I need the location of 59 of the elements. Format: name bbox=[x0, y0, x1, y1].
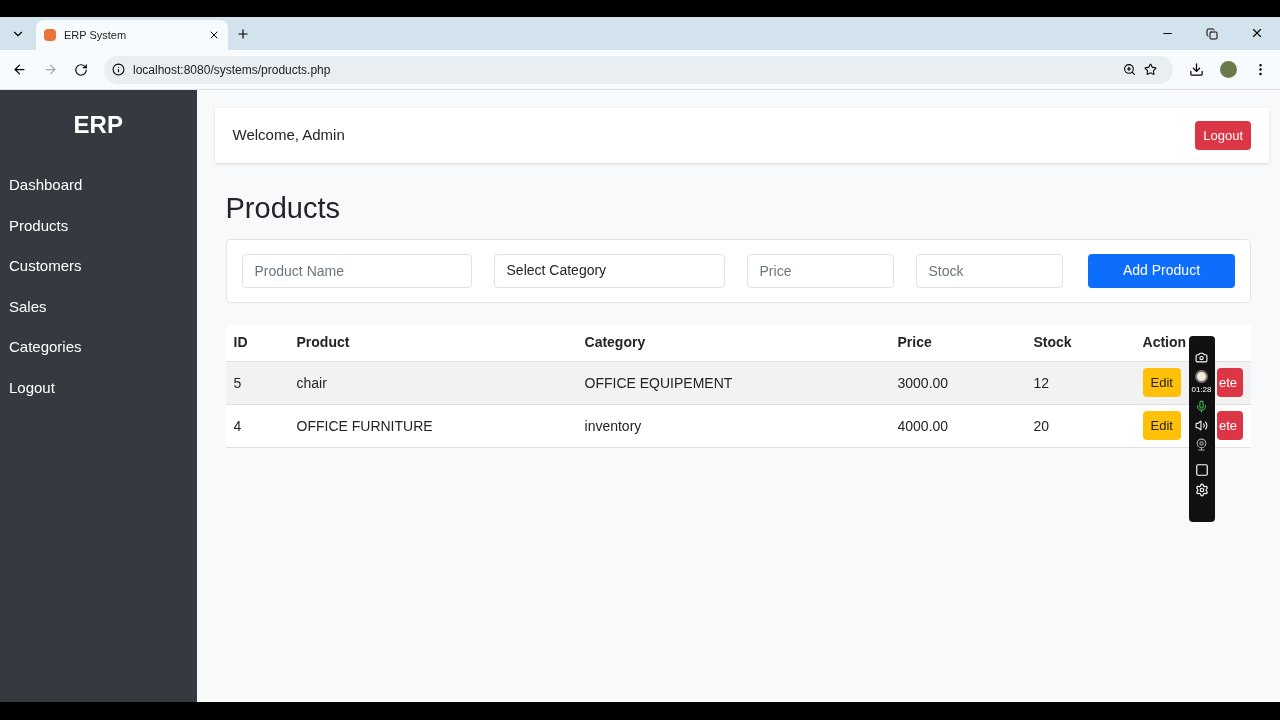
column-header: ID bbox=[233, 333, 248, 352]
table-cell-text: OFFICE FURNITURE bbox=[295, 416, 434, 436]
sidebar-item[interactable]: Sales bbox=[0, 286, 197, 327]
column-header: Category bbox=[584, 333, 646, 352]
settings-icon[interactable] bbox=[1194, 483, 1209, 497]
input-field[interactable]: Price bbox=[746, 253, 894, 288]
column-header: Action bbox=[1142, 333, 1187, 352]
new-tab-icon[interactable] bbox=[236, 27, 250, 41]
sidebar-item[interactable]: Customers bbox=[0, 246, 197, 287]
browser-tab[interactable]: ERP System bbox=[36, 20, 228, 50]
table-cell-text: 5 bbox=[232, 373, 243, 393]
reload-icon[interactable] bbox=[74, 62, 88, 77]
back-icon[interactable] bbox=[12, 62, 27, 77]
table-cell-text: 4 bbox=[232, 416, 243, 436]
close-icon[interactable] bbox=[208, 29, 220, 41]
url-text: localhost:8080/systems/products.php bbox=[133, 61, 332, 79]
favicon-icon bbox=[44, 29, 56, 41]
page-title: Products bbox=[225, 191, 341, 226]
edit-button[interactable]: Edit bbox=[1142, 410, 1181, 441]
edit-button[interactable]: Edit bbox=[1142, 367, 1181, 398]
close-window-icon[interactable] bbox=[1250, 26, 1264, 40]
table-cell-text: 4000.00 bbox=[896, 416, 950, 436]
column-header: Price bbox=[897, 333, 932, 352]
input-field[interactable]: Stock bbox=[915, 253, 1063, 288]
logout-button[interactable]: Logout bbox=[1195, 120, 1251, 151]
add-product-button[interactable]: Add Product bbox=[1088, 253, 1235, 288]
tab-title: ERP System bbox=[64, 27, 128, 43]
recording-timer: 01:28 bbox=[1191, 386, 1212, 394]
screens-icon[interactable] bbox=[1194, 463, 1209, 477]
table-cell-text: OFFICE EQUIPEMENT bbox=[583, 373, 734, 393]
table-cell-text: 12 bbox=[1032, 373, 1051, 393]
restore-icon[interactable] bbox=[1206, 28, 1218, 40]
record-icon[interactable] bbox=[1195, 370, 1208, 383]
bookmark-star-icon[interactable] bbox=[1144, 63, 1157, 76]
welcome-text: Welcome, Admin bbox=[232, 125, 345, 146]
category-select[interactable]: Select Category bbox=[493, 253, 725, 288]
input-field[interactable]: Product Name bbox=[241, 253, 472, 288]
webcam-icon[interactable] bbox=[1195, 438, 1208, 451]
table-cell-text: chair bbox=[295, 373, 328, 393]
address-bar[interactable]: localhost:8080/systems/products.php bbox=[104, 55, 1173, 84]
column-header: Product bbox=[296, 333, 350, 352]
sidebar-item[interactable]: Logout bbox=[0, 367, 197, 408]
sidebar-item[interactable]: Dashboard bbox=[0, 165, 197, 206]
column-header: Stock bbox=[1033, 333, 1072, 352]
sidebar-item[interactable]: Categories bbox=[0, 327, 197, 368]
table-cell-text: 3000.00 bbox=[896, 373, 950, 393]
camera-icon[interactable] bbox=[1195, 351, 1208, 364]
brand-title: ERP bbox=[72, 110, 124, 140]
site-info-icon[interactable] bbox=[112, 63, 125, 76]
table-cell-text: 20 bbox=[1032, 416, 1051, 436]
speaker-icon[interactable] bbox=[1195, 419, 1208, 432]
sidebar-item[interactable]: Products bbox=[0, 205, 197, 246]
profile-avatar[interactable] bbox=[1220, 61, 1237, 78]
microphone-icon[interactable] bbox=[1195, 400, 1208, 413]
delete-button[interactable]: ete bbox=[1216, 410, 1243, 441]
table-cell-text: inventory bbox=[583, 416, 643, 436]
zoom-icon[interactable] bbox=[1123, 63, 1136, 76]
delete-button[interactable]: ete bbox=[1216, 367, 1243, 398]
download-icon[interactable] bbox=[1189, 62, 1204, 77]
